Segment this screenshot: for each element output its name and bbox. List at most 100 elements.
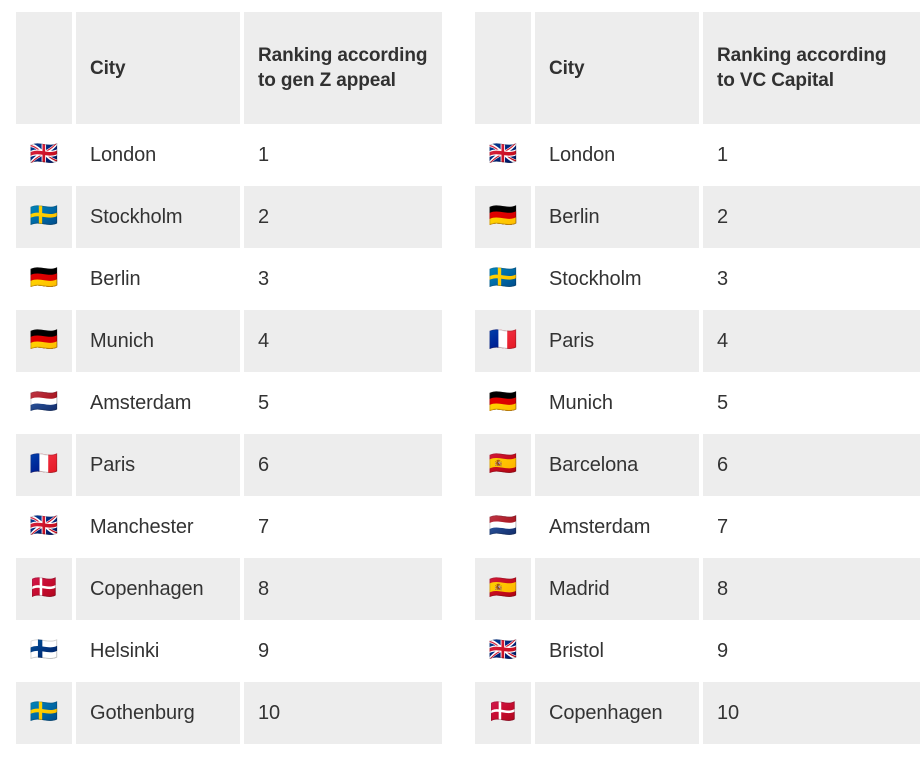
city-cell: Manchester: [76, 496, 240, 558]
table-body: 🇬🇧 London 1 🇸🇪 Stockholm 2 🇩🇪 Berlin 3 🇩🇪 Munich 4 🇳…: [16, 124, 442, 744]
flag-cell: 🇩🇪: [475, 372, 531, 434]
flag-cell: 🇬🇧: [16, 496, 72, 558]
city-cell: Stockholm: [535, 248, 699, 310]
city-cell: Berlin: [535, 186, 699, 248]
rank-cell: 8: [703, 558, 920, 620]
flag-united-kingdom-icon: 🇬🇧: [29, 141, 59, 167]
table-row: 🇫🇮 Helsinki 9: [16, 620, 442, 682]
flag-cell: 🇩🇪: [16, 310, 72, 372]
header-city-column: City: [76, 12, 240, 124]
city-cell: Helsinki: [76, 620, 240, 682]
flag-cell: 🇩🇪: [16, 248, 72, 310]
flag-sweden-icon: 🇸🇪: [29, 203, 59, 229]
table-header: City Ranking according to gen Z appeal: [16, 12, 442, 124]
flag-germany-icon: 🇩🇪: [29, 327, 59, 353]
table-row: 🇬🇧 London 1: [475, 124, 920, 186]
rank-cell: 6: [703, 434, 920, 496]
rank-cell: 1: [244, 124, 442, 186]
flag-spain-icon: 🇪🇸: [488, 575, 518, 601]
rank-cell: 5: [244, 372, 442, 434]
rank-cell: 6: [244, 434, 442, 496]
rank-cell: 2: [244, 186, 442, 248]
flag-cell: 🇩🇪: [475, 186, 531, 248]
flag-cell: 🇫🇮: [16, 620, 72, 682]
city-cell: Gothenburg: [76, 682, 240, 744]
city-cell: Barcelona: [535, 434, 699, 496]
header-rank-column: Ranking according to gen Z appeal: [244, 12, 442, 124]
flag-united-kingdom-icon: 🇬🇧: [488, 141, 518, 167]
flag-cell: 🇩🇰: [16, 558, 72, 620]
gen-z-appeal-ranking-table: City Ranking according to gen Z appeal 🇬…: [12, 12, 446, 744]
header-row: City Ranking according to gen Z appeal: [16, 12, 442, 124]
flag-cell: 🇳🇱: [475, 496, 531, 558]
city-cell: London: [535, 124, 699, 186]
flag-cell: 🇪🇸: [475, 558, 531, 620]
rank-cell: 8: [244, 558, 442, 620]
table-body: 🇬🇧 London 1 🇩🇪 Berlin 2 🇸🇪 Stockholm 3 🇫🇷 Paris 4 🇩🇪…: [475, 124, 920, 744]
flag-sweden-icon: 🇸🇪: [29, 699, 59, 725]
city-cell: Paris: [76, 434, 240, 496]
table-row: 🇬🇧 Manchester 7: [16, 496, 442, 558]
city-cell: Copenhagen: [535, 682, 699, 744]
city-cell: Munich: [76, 310, 240, 372]
flag-germany-icon: 🇩🇪: [488, 389, 518, 415]
flag-cell: 🇸🇪: [16, 682, 72, 744]
table-row: 🇪🇸 Madrid 8: [475, 558, 920, 620]
flag-netherlands-icon: 🇳🇱: [488, 513, 518, 539]
rank-cell: 9: [703, 620, 920, 682]
flag-denmark-icon: 🇩🇰: [488, 699, 518, 725]
flag-united-kingdom-icon: 🇬🇧: [488, 637, 518, 663]
city-cell: Amsterdam: [76, 372, 240, 434]
city-cell: Copenhagen: [76, 558, 240, 620]
flag-netherlands-icon: 🇳🇱: [29, 389, 59, 415]
table-row: 🇬🇧 Bristol 9: [475, 620, 920, 682]
city-cell: Munich: [535, 372, 699, 434]
flag-united-kingdom-icon: 🇬🇧: [29, 513, 59, 539]
flag-france-icon: 🇫🇷: [488, 327, 518, 353]
rank-cell: 2: [703, 186, 920, 248]
city-cell: Berlin: [76, 248, 240, 310]
rank-cell: 4: [244, 310, 442, 372]
rank-cell: 3: [703, 248, 920, 310]
flag-denmark-icon: 🇩🇰: [29, 575, 59, 601]
flag-cell: 🇬🇧: [16, 124, 72, 186]
flag-cell: 🇫🇷: [16, 434, 72, 496]
flag-finland-icon: 🇫🇮: [29, 637, 59, 663]
flag-cell: 🇩🇰: [475, 682, 531, 744]
table-row: 🇩🇰 Copenhagen 8: [16, 558, 442, 620]
flag-cell: 🇳🇱: [16, 372, 72, 434]
table-row: 🇳🇱 Amsterdam 7: [475, 496, 920, 558]
city-cell: Bristol: [535, 620, 699, 682]
flag-cell: 🇬🇧: [475, 620, 531, 682]
table-row: 🇸🇪 Gothenburg 10: [16, 682, 442, 744]
ranking-tables-container: City Ranking according to gen Z appeal 🇬…: [0, 0, 920, 760]
table-row: 🇩🇪 Munich 4: [16, 310, 442, 372]
city-cell: Amsterdam: [535, 496, 699, 558]
table-row: 🇩🇰 Copenhagen 10: [475, 682, 920, 744]
flag-cell: 🇫🇷: [475, 310, 531, 372]
table-row: 🇬🇧 London 1: [16, 124, 442, 186]
flag-spain-icon: 🇪🇸: [488, 451, 518, 477]
table-row: 🇳🇱 Amsterdam 5: [16, 372, 442, 434]
vc-capital-ranking-table: City Ranking according to VC Capital 🇬🇧 L…: [471, 12, 920, 744]
rank-cell: 5: [703, 372, 920, 434]
table-row: 🇩🇪 Berlin 3: [16, 248, 442, 310]
flag-cell: 🇸🇪: [475, 248, 531, 310]
header-rank-column: Ranking according to VC Capital: [703, 12, 920, 124]
flag-france-icon: 🇫🇷: [29, 451, 59, 477]
table-row: 🇫🇷 Paris 4: [475, 310, 920, 372]
table-row: 🇸🇪 Stockholm 3: [475, 248, 920, 310]
rank-cell: 7: [703, 496, 920, 558]
header-flag-column: [16, 12, 72, 124]
rank-cell: 1: [703, 124, 920, 186]
rank-cell: 4: [703, 310, 920, 372]
rank-cell: 10: [244, 682, 442, 744]
flag-cell: 🇪🇸: [475, 434, 531, 496]
table-row: 🇸🇪 Stockholm 2: [16, 186, 442, 248]
header-city-column: City: [535, 12, 699, 124]
header-flag-column: [475, 12, 531, 124]
rank-cell: 10: [703, 682, 920, 744]
table-row: 🇩🇪 Munich 5: [475, 372, 920, 434]
city-cell: Stockholm: [76, 186, 240, 248]
city-cell: Paris: [535, 310, 699, 372]
